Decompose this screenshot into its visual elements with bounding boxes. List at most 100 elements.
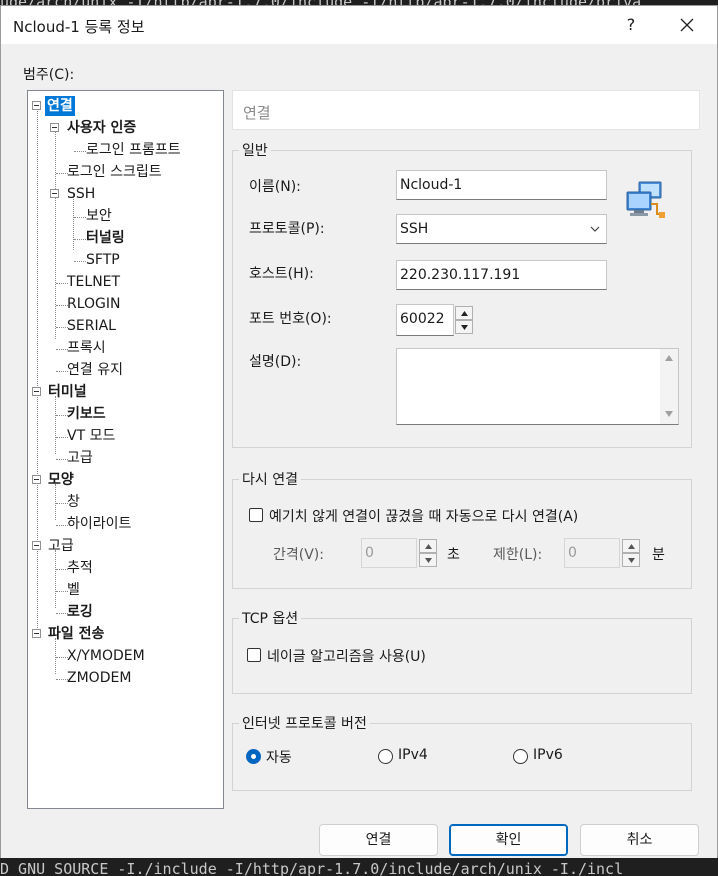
collapse-icon[interactable] [32, 541, 41, 550]
tree-item-advanced[interactable]: 고급 [48, 536, 74, 556]
tree-item-tunneling[interactable]: 터널링 [86, 228, 125, 248]
auto-reconnect-label[interactable]: 예기치 않게 연결이 끊겼을 때 자동으로 다시 연결(A) [269, 506, 578, 526]
window-title: Ncloud-1 등록 정보 [13, 18, 145, 36]
tree-item-user-auth[interactable]: 사용자 인증 [67, 118, 136, 138]
ip-auto-radio[interactable] [246, 749, 261, 764]
tree-item-keyboard[interactable]: 키보드 [67, 404, 106, 424]
arrow-down-icon [425, 558, 432, 563]
port-spin-down[interactable] [455, 320, 473, 334]
tree-item-trace[interactable]: 추적 [67, 558, 93, 578]
description-label: 설명(D): [249, 354, 302, 370]
nagle-checkbox[interactable] [247, 648, 261, 662]
description-field[interactable] [396, 348, 679, 425]
interval-spinner[interactable] [419, 539, 437, 567]
category-tree[interactable]: 연결 사용자 인증 로그인 프롬프트 로그인 스크립트 SSH 보안 터널링 S… [27, 90, 224, 809]
ip-version-title: 인터넷 프로토콜 버전 [239, 713, 370, 733]
tcp-options-title: TCP 옵션 [239, 608, 302, 628]
ipv6-radio[interactable] [513, 749, 528, 764]
limit-spinner[interactable] [622, 539, 640, 567]
tree-item-rlogin[interactable]: RLOGIN [67, 294, 121, 314]
tree-item-zmodem[interactable]: ZMODEM [67, 668, 131, 688]
interval-field[interactable]: 0 [361, 538, 417, 568]
session-properties-dialog: Ncloud-1 등록 정보 ? 범주(C): 연결 사용자 인증 로그인 프롬… [0, 5, 718, 859]
chevron-down-icon [590, 226, 600, 232]
reconnect-group-title: 다시 연결 [239, 469, 301, 489]
scroll-up-icon [665, 355, 673, 361]
ipv6-label[interactable]: IPv6 [533, 747, 563, 763]
collapse-icon[interactable] [32, 629, 41, 638]
tree-item-security[interactable]: 보안 [86, 206, 112, 226]
tree-item-login-script[interactable]: 로그인 스크립트 [67, 162, 162, 182]
tree-item-appearance[interactable]: 모양 [48, 470, 74, 490]
limit-spin-down[interactable] [622, 553, 640, 567]
protocol-label: 프로토콜(P): [249, 221, 325, 237]
collapse-icon[interactable] [32, 101, 41, 110]
network-computer-icon [626, 181, 665, 218]
nagle-label[interactable]: 네이글 알고리즘을 사용(U) [267, 646, 426, 666]
help-button[interactable]: ? [621, 15, 641, 34]
connect-button[interactable]: 연결 [319, 824, 438, 856]
tree-item-connection[interactable]: 연결 [45, 96, 75, 116]
tree-item-xymodem[interactable]: X/YMODEM [67, 646, 145, 666]
category-label: 범주(C): [23, 67, 75, 83]
interval-label: 간격(V): [273, 547, 324, 563]
port-label: 포트 번호(O): [249, 311, 332, 327]
protocol-selected-value: SSH [400, 221, 429, 237]
port-spinner[interactable] [455, 306, 473, 334]
ipv4-label[interactable]: IPv4 [398, 747, 428, 763]
panel-header-title: 연결 [243, 104, 271, 122]
collapse-icon[interactable] [50, 123, 59, 132]
limit-field[interactable]: 0 [564, 538, 620, 568]
description-scrollbar[interactable] [660, 349, 678, 424]
tree-item-window[interactable]: 창 [67, 492, 80, 512]
arrow-down-icon [628, 558, 635, 563]
reconnect-group: 다시 연결 [232, 469, 692, 589]
tree-item-sftp[interactable]: SFTP [86, 250, 120, 270]
tree-item-login-prompt[interactable]: 로그인 프롬프트 [86, 140, 181, 160]
tree-item-keepalive[interactable]: 연결 유지 [67, 360, 123, 380]
general-group-title: 일반 [239, 140, 271, 160]
arrow-up-icon [628, 544, 635, 549]
tree-item-vt-mode[interactable]: VT 모드 [67, 426, 115, 446]
tree-item-terminal-advanced[interactable]: 고급 [67, 448, 93, 468]
collapse-icon[interactable] [50, 189, 59, 198]
limit-unit: 분 [652, 547, 665, 563]
close-icon [680, 18, 694, 32]
tree-item-telnet[interactable]: TELNET [67, 272, 120, 292]
tree-item-terminal[interactable]: 터미널 [48, 382, 87, 402]
protocol-select[interactable]: SSH [396, 214, 607, 244]
tree-item-serial[interactable]: SERIAL [67, 316, 116, 336]
cancel-button[interactable]: 취소 [580, 824, 699, 856]
ok-button[interactable]: 확인 [449, 824, 568, 856]
host-field[interactable]: 220.230.117.191 [396, 260, 607, 290]
tree-item-file-transfer[interactable]: 파일 전송 [48, 624, 104, 644]
arrow-down-icon [461, 325, 468, 330]
port-field[interactable]: 60022 [396, 304, 454, 336]
scroll-down-icon [665, 411, 673, 417]
interval-spin-up[interactable] [419, 539, 437, 553]
arrow-up-icon [461, 311, 468, 316]
interval-spin-down[interactable] [419, 553, 437, 567]
ip-auto-label[interactable]: 자동 [266, 747, 292, 767]
tree-item-proxy[interactable]: 프록시 [67, 338, 106, 358]
background-terminal-bottom: D GNU SOURCE -I./include -I/http/apr-1.7… [0, 858, 718, 876]
port-spin-up[interactable] [455, 306, 473, 320]
collapse-icon[interactable] [32, 475, 41, 484]
collapse-icon[interactable] [32, 387, 41, 396]
limit-label: 제한(L): [493, 547, 543, 563]
name-label: 이름(N): [249, 179, 301, 195]
tree-item-ssh[interactable]: SSH [67, 184, 95, 204]
limit-spin-up[interactable] [622, 539, 640, 553]
tree-item-logging[interactable]: 로깅 [67, 602, 93, 622]
host-label: 호스트(H): [249, 266, 314, 282]
ip-version-group: 인터넷 프로토콜 버전 [232, 713, 692, 791]
auto-reconnect-checkbox[interactable] [249, 508, 263, 522]
tree-item-highlight[interactable]: 하이라이트 [67, 514, 131, 534]
close-button[interactable] [673, 12, 701, 38]
panel-header: 연결 [232, 90, 700, 130]
ipv4-radio[interactable] [378, 749, 393, 764]
interval-unit: 초 [447, 547, 460, 563]
name-field[interactable]: Ncloud-1 [396, 170, 607, 200]
tree-item-bell[interactable]: 벨 [67, 580, 80, 600]
arrow-up-icon [425, 544, 432, 549]
